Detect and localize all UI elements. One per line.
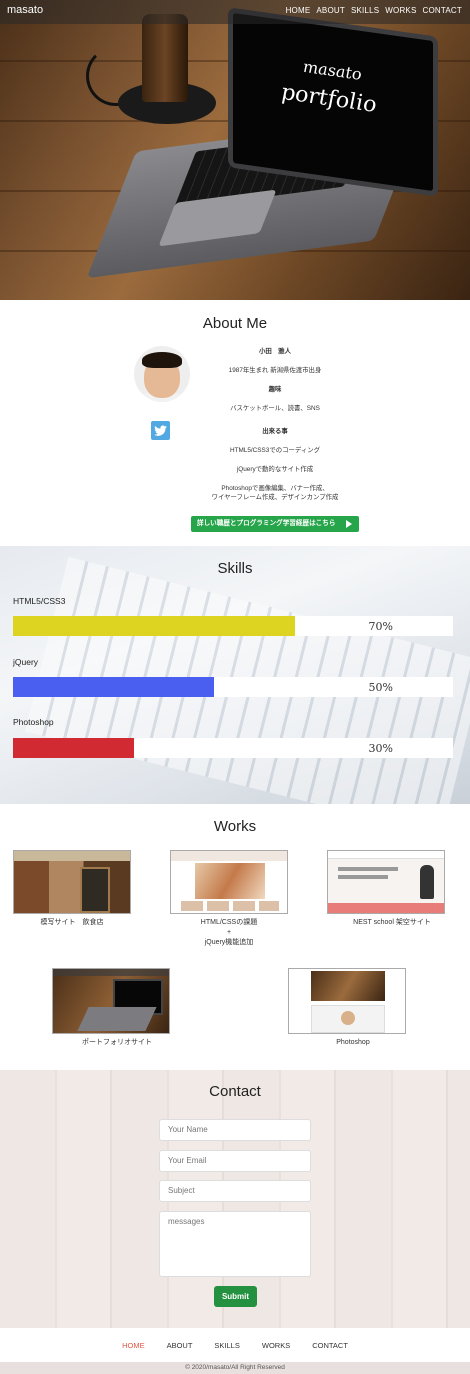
skills-title: Skills bbox=[217, 560, 253, 577]
skill-percent-jquery: 50% bbox=[368, 681, 393, 694]
work-thumb-photoshop[interactable] bbox=[288, 968, 406, 1034]
footer-nav-contact[interactable]: CONTACT bbox=[312, 1341, 348, 1350]
top-nav-links: HOME ABOUT SKILLS WORKS CONTACT bbox=[286, 6, 462, 15]
footer-nav-skills[interactable]: SKILLS bbox=[214, 1341, 239, 1350]
lamp-graphic bbox=[142, 14, 188, 102]
hero-image: masato portfolio bbox=[0, 0, 470, 300]
ability-photoshop-2: ワイヤーフレーム作成、デザインカンプ作成 bbox=[211, 494, 339, 501]
profile-name: 小田 雅人 bbox=[259, 348, 291, 355]
work-caption-htmlcss: HTML/CSSの課題 + jQuery機能追加 bbox=[160, 918, 298, 948]
submit-button[interactable]: Submit bbox=[214, 1286, 257, 1307]
about-section bbox=[0, 300, 470, 546]
twitter-icon[interactable] bbox=[151, 421, 170, 440]
work-thumb-htmlcss[interactable] bbox=[170, 850, 288, 914]
nav-contact[interactable]: CONTACT bbox=[423, 6, 462, 15]
work-thumb-portfolio[interactable] bbox=[52, 968, 170, 1034]
skill-fill-jquery bbox=[13, 677, 214, 697]
skill-label-photoshop: Photoshop bbox=[13, 717, 54, 727]
ability-jquery: jQueryで動的なサイト作成 bbox=[236, 466, 314, 473]
footer-nav-works[interactable]: WORKS bbox=[262, 1341, 290, 1350]
contact-title: Contact bbox=[209, 1083, 261, 1100]
top-navbar: masato HOME ABOUT SKILLS WORKS CONTACT bbox=[0, 0, 470, 24]
footer-nav-home[interactable]: HOME bbox=[122, 1341, 145, 1350]
laptop-screen: masato portfolio bbox=[228, 7, 438, 197]
skill-fill-photoshop bbox=[13, 738, 134, 758]
profile-birth: 1987年生まれ 新潟県佐渡市出身 bbox=[228, 367, 322, 374]
skill-label-jquery: jQuery bbox=[13, 657, 39, 667]
work-caption-htmlcss-l1: HTML/CSSの課題 bbox=[200, 919, 258, 926]
copyright-text: © 2020/masato/All Right Reserved bbox=[0, 1362, 470, 1374]
skill-bar-jquery: 50% bbox=[13, 677, 453, 697]
email-field[interactable]: Your Email bbox=[159, 1150, 311, 1172]
nav-skills[interactable]: SKILLS bbox=[351, 6, 379, 15]
name-field[interactable]: Your Name bbox=[159, 1119, 311, 1141]
subject-field[interactable]: Subject bbox=[159, 1180, 311, 1202]
skill-percent-photoshop: 30% bbox=[368, 742, 393, 755]
work-caption-restaurant: 模写サイト 飲食店 bbox=[40, 919, 104, 926]
abilities-heading: 出来る事 bbox=[262, 428, 288, 435]
ability-html: HTML5/CSS3でのコーディング bbox=[229, 447, 321, 454]
message-textarea[interactable]: messages bbox=[159, 1211, 311, 1277]
footer-nav-about[interactable]: ABOUT bbox=[167, 1341, 193, 1350]
hobby-text: バスケットボール、読書、SNS bbox=[230, 405, 320, 412]
skill-label-html: HTML5/CSS3 bbox=[13, 596, 66, 606]
works-title: Works bbox=[213, 818, 257, 835]
hobby-heading: 趣味 bbox=[268, 386, 282, 393]
about-title: About Me bbox=[202, 315, 268, 332]
nav-home[interactable]: HOME bbox=[286, 6, 311, 15]
career-details-button[interactable]: 詳しい職歴とプログラミング学習経歴はこちら bbox=[191, 516, 359, 532]
work-caption-htmlcss-l3: jQuery機能追加 bbox=[204, 939, 254, 946]
work-thumb-nest-school[interactable] bbox=[327, 850, 445, 914]
work-thumb-restaurant[interactable] bbox=[13, 850, 131, 914]
work-caption-htmlcss-l2: + bbox=[226, 929, 232, 936]
skill-fill-html bbox=[13, 616, 295, 636]
skill-bar-html: 70% bbox=[13, 616, 453, 636]
work-caption-nest-school: NEST school 架空サイト bbox=[353, 919, 431, 926]
work-caption-portfolio: ポートフォリオサイト bbox=[82, 1039, 152, 1046]
play-arrow-icon bbox=[346, 520, 352, 528]
skill-percent-html: 70% bbox=[368, 620, 393, 633]
screen-title-portfolio: portfolio bbox=[281, 79, 377, 119]
brand-logo[interactable]: masato bbox=[7, 4, 43, 16]
skills-section bbox=[0, 546, 470, 804]
skill-bar-photoshop: 30% bbox=[13, 738, 453, 758]
screen-title-masato: masato bbox=[303, 56, 362, 85]
ability-photoshop-1: Photoshopで画像編集、バナー作成、 bbox=[221, 485, 329, 492]
nav-about[interactable]: ABOUT bbox=[316, 6, 345, 15]
work-caption-photoshop: Photoshop bbox=[336, 1039, 370, 1046]
nav-works[interactable]: WORKS bbox=[385, 6, 416, 15]
avatar bbox=[134, 346, 190, 402]
career-details-label: 詳しい職歴とプログラミング学習経歴はこちら bbox=[197, 520, 336, 527]
footer-nav: HOME ABOUT SKILLS WORKS CONTACT bbox=[0, 1341, 470, 1350]
